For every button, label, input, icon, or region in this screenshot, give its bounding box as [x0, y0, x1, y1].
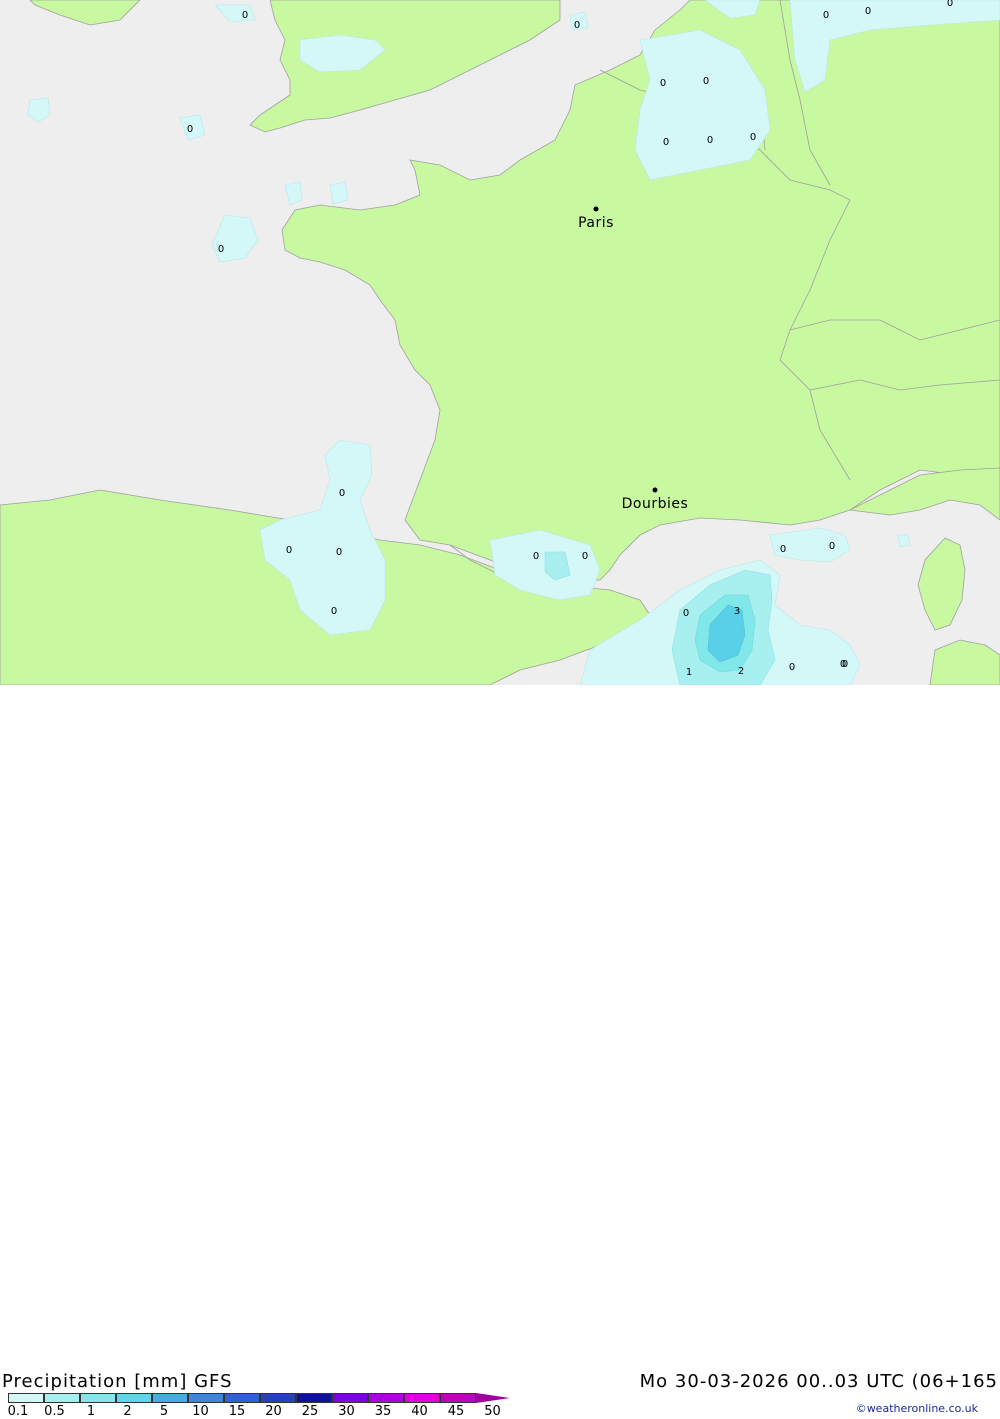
point-value: 1	[686, 667, 692, 678]
point-value: 0	[683, 608, 689, 619]
datetime-label: Mo 30-03-2026 00..03 UTC (06+165	[639, 1371, 998, 1392]
point-value: 0	[842, 659, 848, 670]
legend-swatch	[260, 1393, 296, 1403]
footer: Precipitation [mm] GFS Mo 30-03-2026 00.…	[0, 685, 1000, 1419]
legend-tick: 20	[265, 1404, 282, 1419]
point-value: 2	[738, 666, 744, 677]
legend-swatch	[332, 1393, 368, 1403]
point-value: 0	[660, 78, 666, 89]
legend-tick: 2	[123, 1404, 132, 1419]
map-title: Precipitation [mm] GFS	[2, 1371, 233, 1392]
legend-swatch	[44, 1393, 80, 1403]
precipitation-map: Paris Dourbies 0 0 0 0 0 0 0 0 0 0 0 0 0 0 0 0 0 0 0 0 0 0 3 1 2…	[0, 0, 1000, 685]
point-value: 0	[218, 244, 224, 255]
legend-tick: 45	[447, 1404, 465, 1419]
point-value: 0	[789, 662, 795, 673]
legend-arrow	[476, 1393, 510, 1403]
point-value: 0	[865, 6, 871, 17]
legend-tick: 40	[411, 1404, 428, 1419]
point-value: 0	[574, 20, 580, 31]
dourbies-label: Dourbies	[622, 496, 689, 512]
point-value: 0	[663, 137, 669, 148]
legend-tick: 1	[86, 1404, 96, 1419]
point-value: 0	[242, 10, 248, 21]
point-value: 0	[947, 0, 953, 9]
legend-swatch	[296, 1393, 332, 1403]
point-value: 0	[187, 124, 193, 135]
legend-swatch	[8, 1393, 44, 1403]
color-legend	[8, 1393, 510, 1403]
legend-tick: 50	[484, 1404, 501, 1419]
point-value: 3	[734, 606, 740, 617]
paris-label: Paris	[578, 215, 614, 231]
point-value: 0	[533, 551, 539, 562]
legend-swatch	[152, 1393, 188, 1403]
point-value: 0	[331, 606, 337, 617]
legend-tick: 0.5	[44, 1404, 65, 1419]
point-value: 0	[703, 76, 709, 87]
legend-tick: 5	[159, 1404, 169, 1419]
point-value: 0	[582, 551, 588, 562]
legend-tick: 10	[192, 1404, 209, 1419]
paris-marker	[593, 206, 599, 212]
point-value: 0	[750, 132, 756, 143]
legend-swatch	[440, 1393, 476, 1403]
legend-swatch	[404, 1393, 440, 1403]
point-value: 0	[829, 541, 835, 552]
point-value: 0	[339, 488, 345, 499]
legend-tick: 35	[374, 1404, 392, 1419]
legend-tick: 15	[228, 1404, 246, 1419]
legend-tick: 0.1	[7, 1404, 29, 1419]
point-value: 0	[286, 545, 292, 556]
legend-swatch	[116, 1393, 152, 1403]
point-value: 0	[780, 544, 786, 555]
dourbies-marker	[652, 487, 658, 493]
point-value: 0	[823, 10, 829, 21]
legend-tick: 25	[301, 1404, 319, 1419]
credit-label: ©weatheronline.co.uk	[855, 1402, 978, 1415]
legend-swatch	[188, 1393, 224, 1403]
legend-swatch	[368, 1393, 404, 1403]
model-label: GFS	[194, 1371, 233, 1392]
product-label: Precipitation [mm]	[2, 1371, 188, 1392]
legend-swatch	[80, 1393, 116, 1403]
legend-swatch	[224, 1393, 260, 1403]
point-value: 0	[707, 135, 713, 146]
legend-tick: 30	[338, 1404, 355, 1419]
point-value: 0	[336, 547, 342, 558]
